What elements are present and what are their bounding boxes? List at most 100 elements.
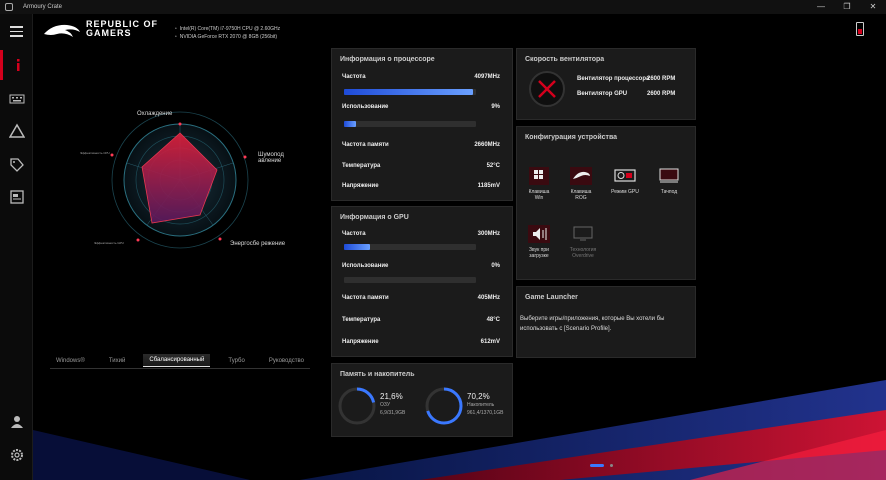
config-panel-title: Конфигурация устройства [525,134,618,141]
config-win-label2: Win [534,195,544,201]
gpu-freq-bar-fill [344,244,371,250]
tab-windows[interactable]: Windows® [50,355,91,367]
cpu-usage-value: 9% [491,104,500,110]
config-win-key[interactable]: Клавиша Win [521,165,557,201]
sidebar-item-aura[interactable] [0,116,33,146]
memory-storage-panel: Память и накопитель 21,6% ОЗУ 6,9/31,9GB… [331,363,513,437]
tab-silent[interactable]: Тихий [103,355,131,367]
game-launcher-panel[interactable]: Game Launcher Выберите игры/приложения, … [516,286,696,358]
gpu-usage-label: Использование [342,263,389,269]
cpu-temp-value: 52°C [486,163,500,169]
cpu-mem-row: Частота памяти 2660MHz [342,142,500,148]
sidebar-item-deals[interactable] [0,150,33,180]
brand-line-2: GAMERS [86,28,132,38]
ram-text: 21,6% ОЗУ 6,9/31,9GB [380,393,405,417]
cpu-usage-bar-fill [344,121,356,127]
gpu-fan-value: 2600 RPM [647,91,676,97]
gpu-spec: NVIDIA GeForce RTX 2070 @ 8GB (256bit) [175,33,280,41]
fan-speed-panel: Скорость вентилятора Вентилятор процессо… [516,48,696,120]
sidebar-item-scenario[interactable] [0,182,33,212]
cpu-freq-bar-fill [344,89,474,95]
user-icon [10,416,23,428]
gpu-card-icon [612,165,638,187]
cpu-volt-label: Напряжение [342,183,379,189]
config-boot-sound[interactable]: Звук при загрузке [521,223,557,259]
cpu-volt-value: 1185mV [477,183,500,189]
mobile-device-icon[interactable] [856,22,864,36]
gpu-freq-row: Частота 300MHz [342,231,500,237]
tag-icon [9,158,24,172]
config-gpu-label1: Режим GPU [611,189,639,195]
launcher-panel-title: Game Launcher [525,294,578,301]
disk-text: 70,2% Накопитель 961,4/1370,1GB [467,393,503,417]
config-rog-key[interactable]: Клавиша ROG [563,165,599,201]
cpu-freq-row: Частота 4097MHz [342,74,500,80]
touchpad-icon [656,165,682,187]
gpu-mem-value: 405MHz [477,295,500,301]
config-gpu-mode[interactable]: Режим GPU [607,165,643,195]
cpu-freq-label: Частота [342,74,366,80]
gpu-usage-bar [344,277,476,283]
gpu-freq-bar [344,244,476,250]
overdrive-icon [570,223,596,245]
tab-balanced[interactable]: Сбалансированный [143,354,211,367]
gpu-volt-row: Напряжение 612mV [342,339,500,345]
config-touchpad[interactable]: Тачпод [651,165,687,195]
cpu-temp-row: Температура 52°C [342,163,500,169]
page-indicator [590,464,613,467]
cpu-freq-bar [344,89,476,95]
ram-gauge [338,387,376,425]
rog-logo-icon [44,24,80,37]
sidebar [0,14,33,480]
boot-sound-icon [526,223,552,245]
cpu-info-panel: Информация о процессоре Частота 4097MHz … [331,48,513,201]
ram-detail: 6,9/31,9GB [380,410,406,416]
brand-logo-text: REPUBLIC OF GAMERS [86,20,158,38]
disk-gauge [425,387,463,425]
minimize-button[interactable]: — [808,0,834,14]
cpu-panel-title: Информация о процессоре [340,56,435,63]
cpu-spec: Intel(R) Core(TM) i7-9750H CPU @ 2.60GHz [175,25,280,33]
aura-triangle-icon [8,123,25,138]
gpu-panel-title: Информация о GPU [340,214,409,221]
gpu-usage-row: Использование 0% [342,263,500,269]
tab-manual[interactable]: Руководство [263,355,310,367]
scenario-icon [9,190,24,204]
title-bar: Armoury Crate — ❐ ✕ [0,0,886,14]
cpu-usage-row: Использование 9% [342,104,500,110]
page-dot-active[interactable] [590,464,604,467]
radar-label-cpu-eff: Эффективность CPU [80,151,110,155]
radar-label-noise: Шумопод авление [258,152,284,164]
settings-icon [10,449,23,461]
cpu-usage-bar [344,121,476,127]
keyboard-icon [9,94,24,104]
cpu-mem-label: Частота памяти [342,142,389,148]
sidebar-item-user[interactable] [0,406,33,436]
ram-label: ОЗУ [380,402,391,408]
sidebar-item-info[interactable] [0,50,33,80]
operating-mode-tabs: Windows® Тихий Сбалансированный Турбо Ру… [50,353,310,369]
page-dot[interactable] [610,464,613,467]
disk-percent: 70,2% [467,392,490,401]
performance-radar [110,111,249,249]
config-sound-label2: загрузке [529,253,549,259]
config-overdrive: Технология Overdrive [565,223,601,259]
sidebar-item-settings[interactable] [0,440,33,470]
gpu-freq-value: 300MHz [477,231,500,237]
close-button[interactable]: ✕ [860,0,886,14]
radar-label-noise-line2: авление [258,158,282,164]
menu-icon[interactable] [10,26,23,40]
gpu-temp-value: 48°C [486,317,500,323]
ram-percent: 21,6% [380,392,403,401]
tab-turbo[interactable]: Турбо [222,355,250,367]
config-touchpad-label1: Тачпод [660,189,678,195]
info-icon [17,59,20,71]
gpu-temp-label: Температура [342,317,381,323]
sidebar-item-keyboard[interactable] [0,84,33,114]
gpu-volt-label: Напряжение [342,339,379,345]
radar-label-gpu-eff: Эффективность GPU [94,241,124,245]
radar-label-energy: Энергосбе режение [230,241,286,247]
config-rog-label2: ROG [575,195,587,201]
gpu-mem-label: Частота памяти [342,295,389,301]
maximize-button[interactable]: ❐ [834,0,860,14]
